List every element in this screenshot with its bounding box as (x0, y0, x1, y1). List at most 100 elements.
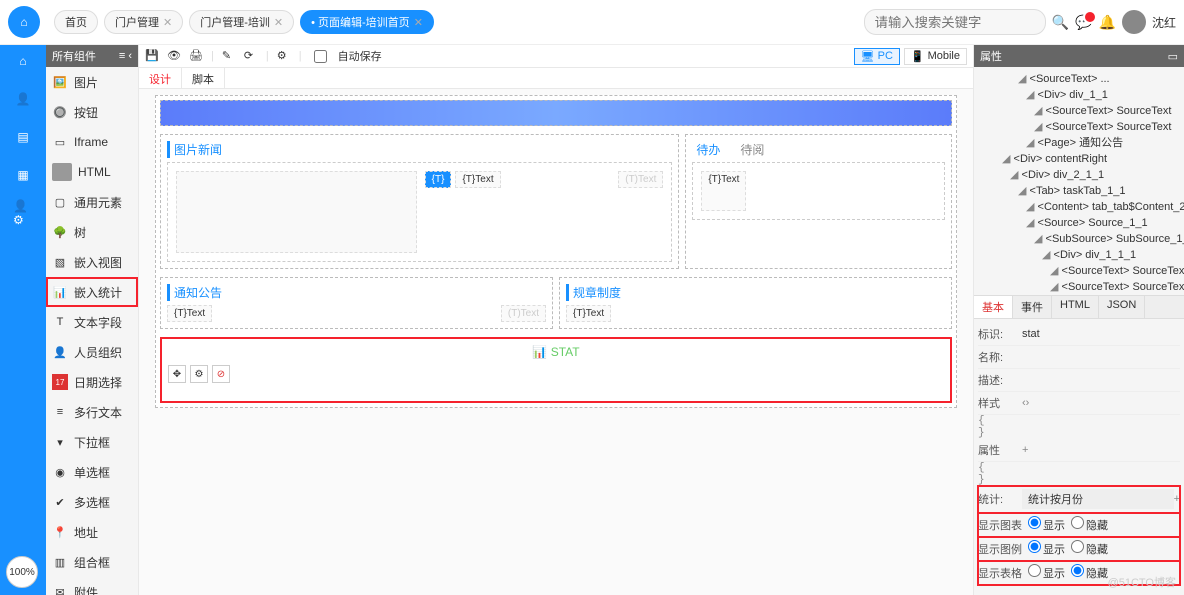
component-item-17[interactable]: ✉附件 (46, 577, 138, 595)
message-icon[interactable]: 💬 (1075, 14, 1092, 31)
search-icon[interactable]: 🔍 (1052, 14, 1069, 31)
card-title-rules: 规章制度 (566, 284, 945, 301)
tree-node[interactable]: ◢ <Tab> taskTab_1_1 (978, 183, 1180, 199)
t-icon: {T} (425, 171, 452, 188)
ptab-basic[interactable]: 基本 (974, 296, 1013, 318)
component-item-11[interactable]: ≡多行文本 (46, 397, 138, 427)
collapse-icon[interactable]: ▭ (1168, 50, 1178, 63)
tree-node[interactable]: ◢ <SourceText> SourceText_2 (978, 263, 1180, 279)
ttext-node[interactable]: {T}Text (455, 171, 500, 188)
component-item-2[interactable]: ▭Iframe (46, 127, 138, 157)
nav-page-icon[interactable]: ▤ (13, 127, 33, 147)
card-title-todo[interactable]: 待办 (696, 141, 720, 158)
tree-node[interactable]: ◢ <SubSource> SubSource_1_1 (978, 231, 1180, 247)
settings-icon[interactable]: ⚙ (277, 49, 291, 63)
val-stat[interactable]: 统计按月份 (1022, 489, 1174, 509)
ptab-json[interactable]: JSON (1099, 296, 1145, 318)
device-mobile[interactable]: 📱 Mobile (904, 48, 967, 65)
component-item-16[interactable]: ▥组合框 (46, 547, 138, 577)
tree-node[interactable]: ◢ <Div> div_1_1 (978, 87, 1180, 103)
preview-icon[interactable]: 👁 (167, 49, 181, 63)
element-tree[interactable]: ◢ <SourceText> ...◢ <Div> div_1_1◢ <Sour… (974, 67, 1184, 295)
label-attr: 属性 (978, 442, 1022, 458)
stat-component[interactable]: 📊 STAT ✥ ⚙ ⊘ (160, 337, 952, 403)
radio-chart-hide[interactable] (1071, 516, 1084, 529)
component-item-6[interactable]: ▧嵌入视图 (46, 247, 138, 277)
style-code[interactable]: {} (978, 415, 1180, 439)
search-input[interactable] (864, 9, 1046, 35)
tree-node[interactable]: ◢ <SourceText> SourceText_1 (978, 279, 1180, 295)
tab-script[interactable]: 脚本 (182, 68, 225, 88)
component-item-4[interactable]: ▢通用元素 (46, 187, 138, 217)
refresh-icon[interactable]: ⟳ (244, 49, 258, 63)
component-item-7[interactable]: 📊嵌入统计 (46, 277, 138, 307)
crumb-active[interactable]: • 页面编辑-培训首页✕ (300, 10, 434, 34)
crumb-home[interactable]: 首页 (54, 10, 98, 34)
component-item-15[interactable]: 📍地址 (46, 517, 138, 547)
ttext-ann-faded[interactable]: (T)Text (501, 305, 546, 322)
toolbar: 💾 👁 🖨 | ✎ ⟳ | ⚙ | 自动保存 🖥 PC 📱 Mobile (139, 45, 973, 68)
radio-legend-hide[interactable] (1071, 540, 1084, 553)
sidebar-title: 所有组件≡ ‹ (46, 45, 138, 67)
tree-node[interactable]: ◢ <Div> div_1_1_1 (978, 247, 1180, 263)
tree-node[interactable]: ◢ <Div> contentRight (978, 151, 1180, 167)
stat-label: STAT (551, 345, 580, 359)
radio-table-hide[interactable] (1071, 564, 1084, 577)
save-icon[interactable]: 💾 (145, 49, 159, 63)
attr-code[interactable]: {} (978, 462, 1180, 486)
nav-settings-icon[interactable]: 👤⚙ (13, 203, 33, 223)
page-canvas[interactable]: 图片新闻 {T} {T}Text (T)Text 待办待阅 {T}Te (155, 95, 957, 408)
component-item-3[interactable]: HTML (46, 157, 138, 187)
tree-node[interactable]: ◢ <SourceText> SourceText (978, 103, 1180, 119)
app-logo[interactable]: ⌂ (8, 6, 40, 38)
tree-node[interactable]: ◢ <SourceText> SourceText (978, 119, 1180, 135)
val-id[interactable]: stat (1022, 328, 1180, 340)
tab-design[interactable]: 设计 (139, 68, 182, 88)
ptab-html[interactable]: HTML (1052, 296, 1099, 318)
label-showlegend: 显示图例 (978, 541, 1022, 557)
notification-icon[interactable]: 🔔 (1099, 14, 1116, 31)
component-item-13[interactable]: ◉单选框 (46, 457, 138, 487)
component-item-1[interactable]: 🔘按钮 (46, 97, 138, 127)
ptab-event[interactable]: 事件 (1013, 296, 1052, 318)
component-item-5[interactable]: 🌳树 (46, 217, 138, 247)
move-handle-icon[interactable]: ✥ (168, 365, 186, 383)
component-item-0[interactable]: 🖼️图片 (46, 67, 138, 97)
ttext-ann[interactable]: {T}Text (167, 305, 212, 322)
component-item-8[interactable]: T文本字段 (46, 307, 138, 337)
nav-calendar-icon[interactable]: ▦ (13, 165, 33, 185)
watermark: @51CTO博客 (1108, 574, 1176, 590)
ttext-rules[interactable]: {T}Text (566, 305, 611, 322)
autosave-checkbox[interactable] (314, 50, 327, 63)
nav-home-icon[interactable]: ⌂ (13, 51, 33, 71)
nav-user-icon[interactable]: 👤 (13, 89, 33, 109)
tree-node[interactable]: ◢ <SourceText> ... (978, 71, 1180, 87)
ttext-todo[interactable]: {T}Text (701, 171, 746, 211)
tree-node[interactable]: ◢ <Source> Source_1_1 (978, 215, 1180, 231)
component-item-14[interactable]: ✔多选框 (46, 487, 138, 517)
config-icon[interactable]: ⚙ (190, 365, 208, 383)
avatar[interactable] (1122, 10, 1146, 34)
zoom-indicator[interactable]: 100% (6, 556, 38, 588)
device-pc[interactable]: 🖥 PC (854, 48, 900, 65)
tree-node[interactable]: ◢ <Page> 通知公告 (978, 135, 1180, 151)
ttext-faded[interactable]: (T)Text (618, 171, 663, 188)
label-showtable: 显示表格 (978, 565, 1022, 581)
breadcrumb: 首页 门户管理✕ 门户管理-培训✕ • 页面编辑-培训首页✕ (54, 10, 434, 34)
banner-placeholder[interactable] (160, 100, 952, 126)
component-item-10[interactable]: 17日期选择 (46, 367, 138, 397)
crumb-training[interactable]: 门户管理-培训✕ (189, 10, 294, 34)
radio-table-show[interactable] (1028, 564, 1041, 577)
card-title-toread[interactable]: 待阅 (740, 141, 764, 158)
radio-chart-show[interactable] (1028, 516, 1041, 529)
image-placeholder[interactable] (176, 171, 417, 253)
component-item-12[interactable]: ▾下拉框 (46, 427, 138, 457)
crumb-portal[interactable]: 门户管理✕ (104, 10, 183, 34)
tree-node[interactable]: ◢ <Div> div_2_1_1 (978, 167, 1180, 183)
print-icon[interactable]: 🖨 (189, 49, 203, 63)
radio-legend-show[interactable] (1028, 540, 1041, 553)
edit-icon[interactable]: ✎ (222, 49, 236, 63)
component-item-9[interactable]: 👤人员组织 (46, 337, 138, 367)
delete-icon[interactable]: ⊘ (212, 365, 230, 383)
tree-node[interactable]: ◢ <Content> tab_tab$Content_2_1 (978, 199, 1180, 215)
